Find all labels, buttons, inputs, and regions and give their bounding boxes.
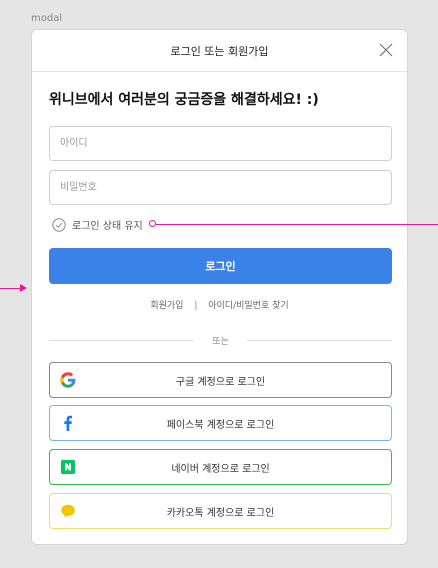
kakao-icon bbox=[60, 503, 76, 519]
modal-header: 로그인 또는 회원가입 bbox=[32, 30, 407, 72]
kakao-login-label: 카카오톡 계정으로 로그인 bbox=[166, 507, 275, 519]
google-login-label: 구글 계정으로 로그인 bbox=[175, 376, 266, 388]
account-links: 회원가입 | 아이디/비밀번호 찾기 bbox=[32, 298, 407, 311]
google-icon bbox=[60, 372, 76, 388]
divider-line-right bbox=[247, 340, 392, 341]
password-input[interactable] bbox=[49, 170, 392, 205]
find-account-link[interactable]: 아이디/비밀번호 찾기 bbox=[208, 301, 288, 311]
or-divider: 또는 bbox=[49, 337, 392, 347]
annotation-line-right bbox=[156, 224, 438, 225]
remember-login-checkbox[interactable]: 로그인 상태 유지 bbox=[52, 217, 143, 232]
facebook-login-label: 페이스북 계정으로 로그인 bbox=[166, 419, 275, 431]
facebook-login-button[interactable]: 페이스북 계정으로 로그인 bbox=[49, 405, 392, 441]
remember-login-label: 로그인 상태 유지 bbox=[72, 221, 143, 232]
signup-link[interactable]: 회원가입 bbox=[150, 301, 183, 311]
annotation-dot bbox=[149, 220, 156, 227]
annotation-arrow-icon bbox=[20, 284, 27, 292]
google-login-button[interactable]: 구글 계정으로 로그인 bbox=[49, 362, 392, 398]
close-icon[interactable] bbox=[379, 43, 393, 57]
id-input[interactable] bbox=[49, 126, 392, 161]
naver-login-button[interactable]: 네이버 계정으로 로그인 bbox=[49, 449, 392, 485]
naver-icon bbox=[60, 459, 76, 475]
login-button[interactable]: 로그인 bbox=[49, 248, 392, 284]
naver-login-label: 네이버 계정으로 로그인 bbox=[171, 463, 270, 475]
kakao-login-button[interactable]: 카카오톡 계정으로 로그인 bbox=[49, 493, 392, 529]
login-modal: 로그인 또는 회원가입 위니브에서 여러분의 궁금증을 해결하세요! :) 로그… bbox=[31, 29, 408, 545]
facebook-icon bbox=[60, 415, 76, 431]
link-separator: | bbox=[194, 301, 198, 311]
annotation-line-left bbox=[0, 288, 20, 289]
modal-headline: 위니브에서 여러분의 궁금증을 해결하세요! :) bbox=[49, 92, 319, 108]
frame-label: modal bbox=[31, 13, 63, 24]
check-circle-icon bbox=[52, 217, 66, 232]
modal-title: 로그인 또는 회원가입 bbox=[170, 44, 269, 58]
